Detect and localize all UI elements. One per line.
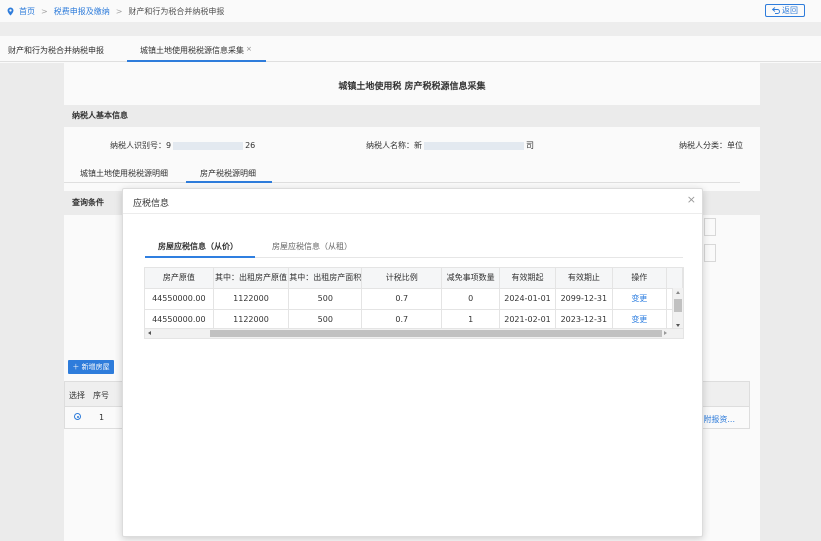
cell-original-value: 44550000.00 [145, 309, 214, 331]
cell-tax-ratio: 0.7 [361, 288, 443, 310]
change-link[interactable]: 变更 [631, 315, 647, 324]
column-exemption-count: 减免事项数量 [441, 268, 501, 289]
scroll-right-arrow-icon[interactable] [664, 331, 667, 335]
change-link[interactable]: 变更 [631, 294, 647, 303]
cell-tax-ratio: 0.7 [361, 309, 443, 331]
close-icon[interactable]: × [687, 194, 696, 205]
tax-info-dialog: 应税信息 × 房屋应税信息（从价） 房屋应税信息（从租） 房产原值 其中：出租房… [122, 188, 703, 537]
cell-rented-original-value: 1122000 [213, 309, 290, 331]
scroll-down-arrow-icon[interactable] [676, 324, 680, 327]
scroll-up-arrow-icon[interactable] [676, 291, 680, 294]
cell-rented-original-value: 1122000 [213, 288, 290, 310]
cell-actions: 变更 [612, 288, 667, 310]
vertical-scroll-thumb[interactable] [674, 299, 682, 312]
cell-valid-to: 2023-12-31 [555, 309, 613, 331]
tab-taxable-by-value[interactable]: 房屋应税信息（从价） [158, 241, 238, 252]
table-row: 44550000.00 1122000 500 0.7 0 2024-01-01… [145, 288, 683, 310]
column-spacer [666, 268, 683, 289]
column-rented-original-value: 其中：出租房产原值 [213, 268, 290, 289]
table-row: 44550000.00 1122000 500 0.7 1 2021-02-01… [145, 309, 683, 331]
horizontal-scrollbar[interactable] [145, 328, 683, 338]
cell-valid-from: 2024-01-01 [499, 288, 556, 310]
vertical-scrollbar[interactable] [672, 288, 683, 330]
dialog-divider [123, 213, 702, 214]
cell-exemption-count: 0 [441, 288, 501, 310]
cell-actions: 变更 [612, 309, 667, 331]
cell-rented-area: 500 [288, 288, 363, 310]
cell-valid-to: 2099-12-31 [555, 288, 613, 310]
cell-valid-from: 2021-02-01 [499, 309, 556, 331]
column-tax-ratio: 计税比例 [361, 268, 443, 289]
cell-exemption-count: 1 [441, 309, 501, 331]
tab-taxable-by-rent[interactable]: 房屋应税信息（从租） [272, 241, 352, 252]
cell-original-value: 44550000.00 [145, 288, 214, 310]
column-valid-to: 有效期止 [555, 268, 613, 289]
dialog-tab-bar: 房屋应税信息（从价） 房屋应税信息（从租） [145, 230, 683, 258]
column-original-value: 房产原值 [145, 268, 214, 289]
table-header-row: 房产原值 其中：出租房产原值 其中：出租房产面积 计税比例 减免事项数量 有效期… [145, 268, 683, 289]
column-valid-from: 有效期起 [499, 268, 556, 289]
scroll-left-arrow-icon[interactable] [148, 331, 151, 335]
column-rented-area: 其中：出租房产面积 [288, 268, 363, 289]
column-actions: 操作 [612, 268, 667, 289]
dialog-title: 应税信息 [133, 199, 170, 209]
cell-rented-area: 500 [288, 309, 363, 331]
taxable-info-table: 房产原值 其中：出租房产原值 其中：出租房产面积 计税比例 减免事项数量 有效期… [144, 267, 684, 339]
horizontal-scroll-thumb[interactable] [210, 330, 662, 337]
active-dialog-tab-indicator [145, 256, 255, 258]
